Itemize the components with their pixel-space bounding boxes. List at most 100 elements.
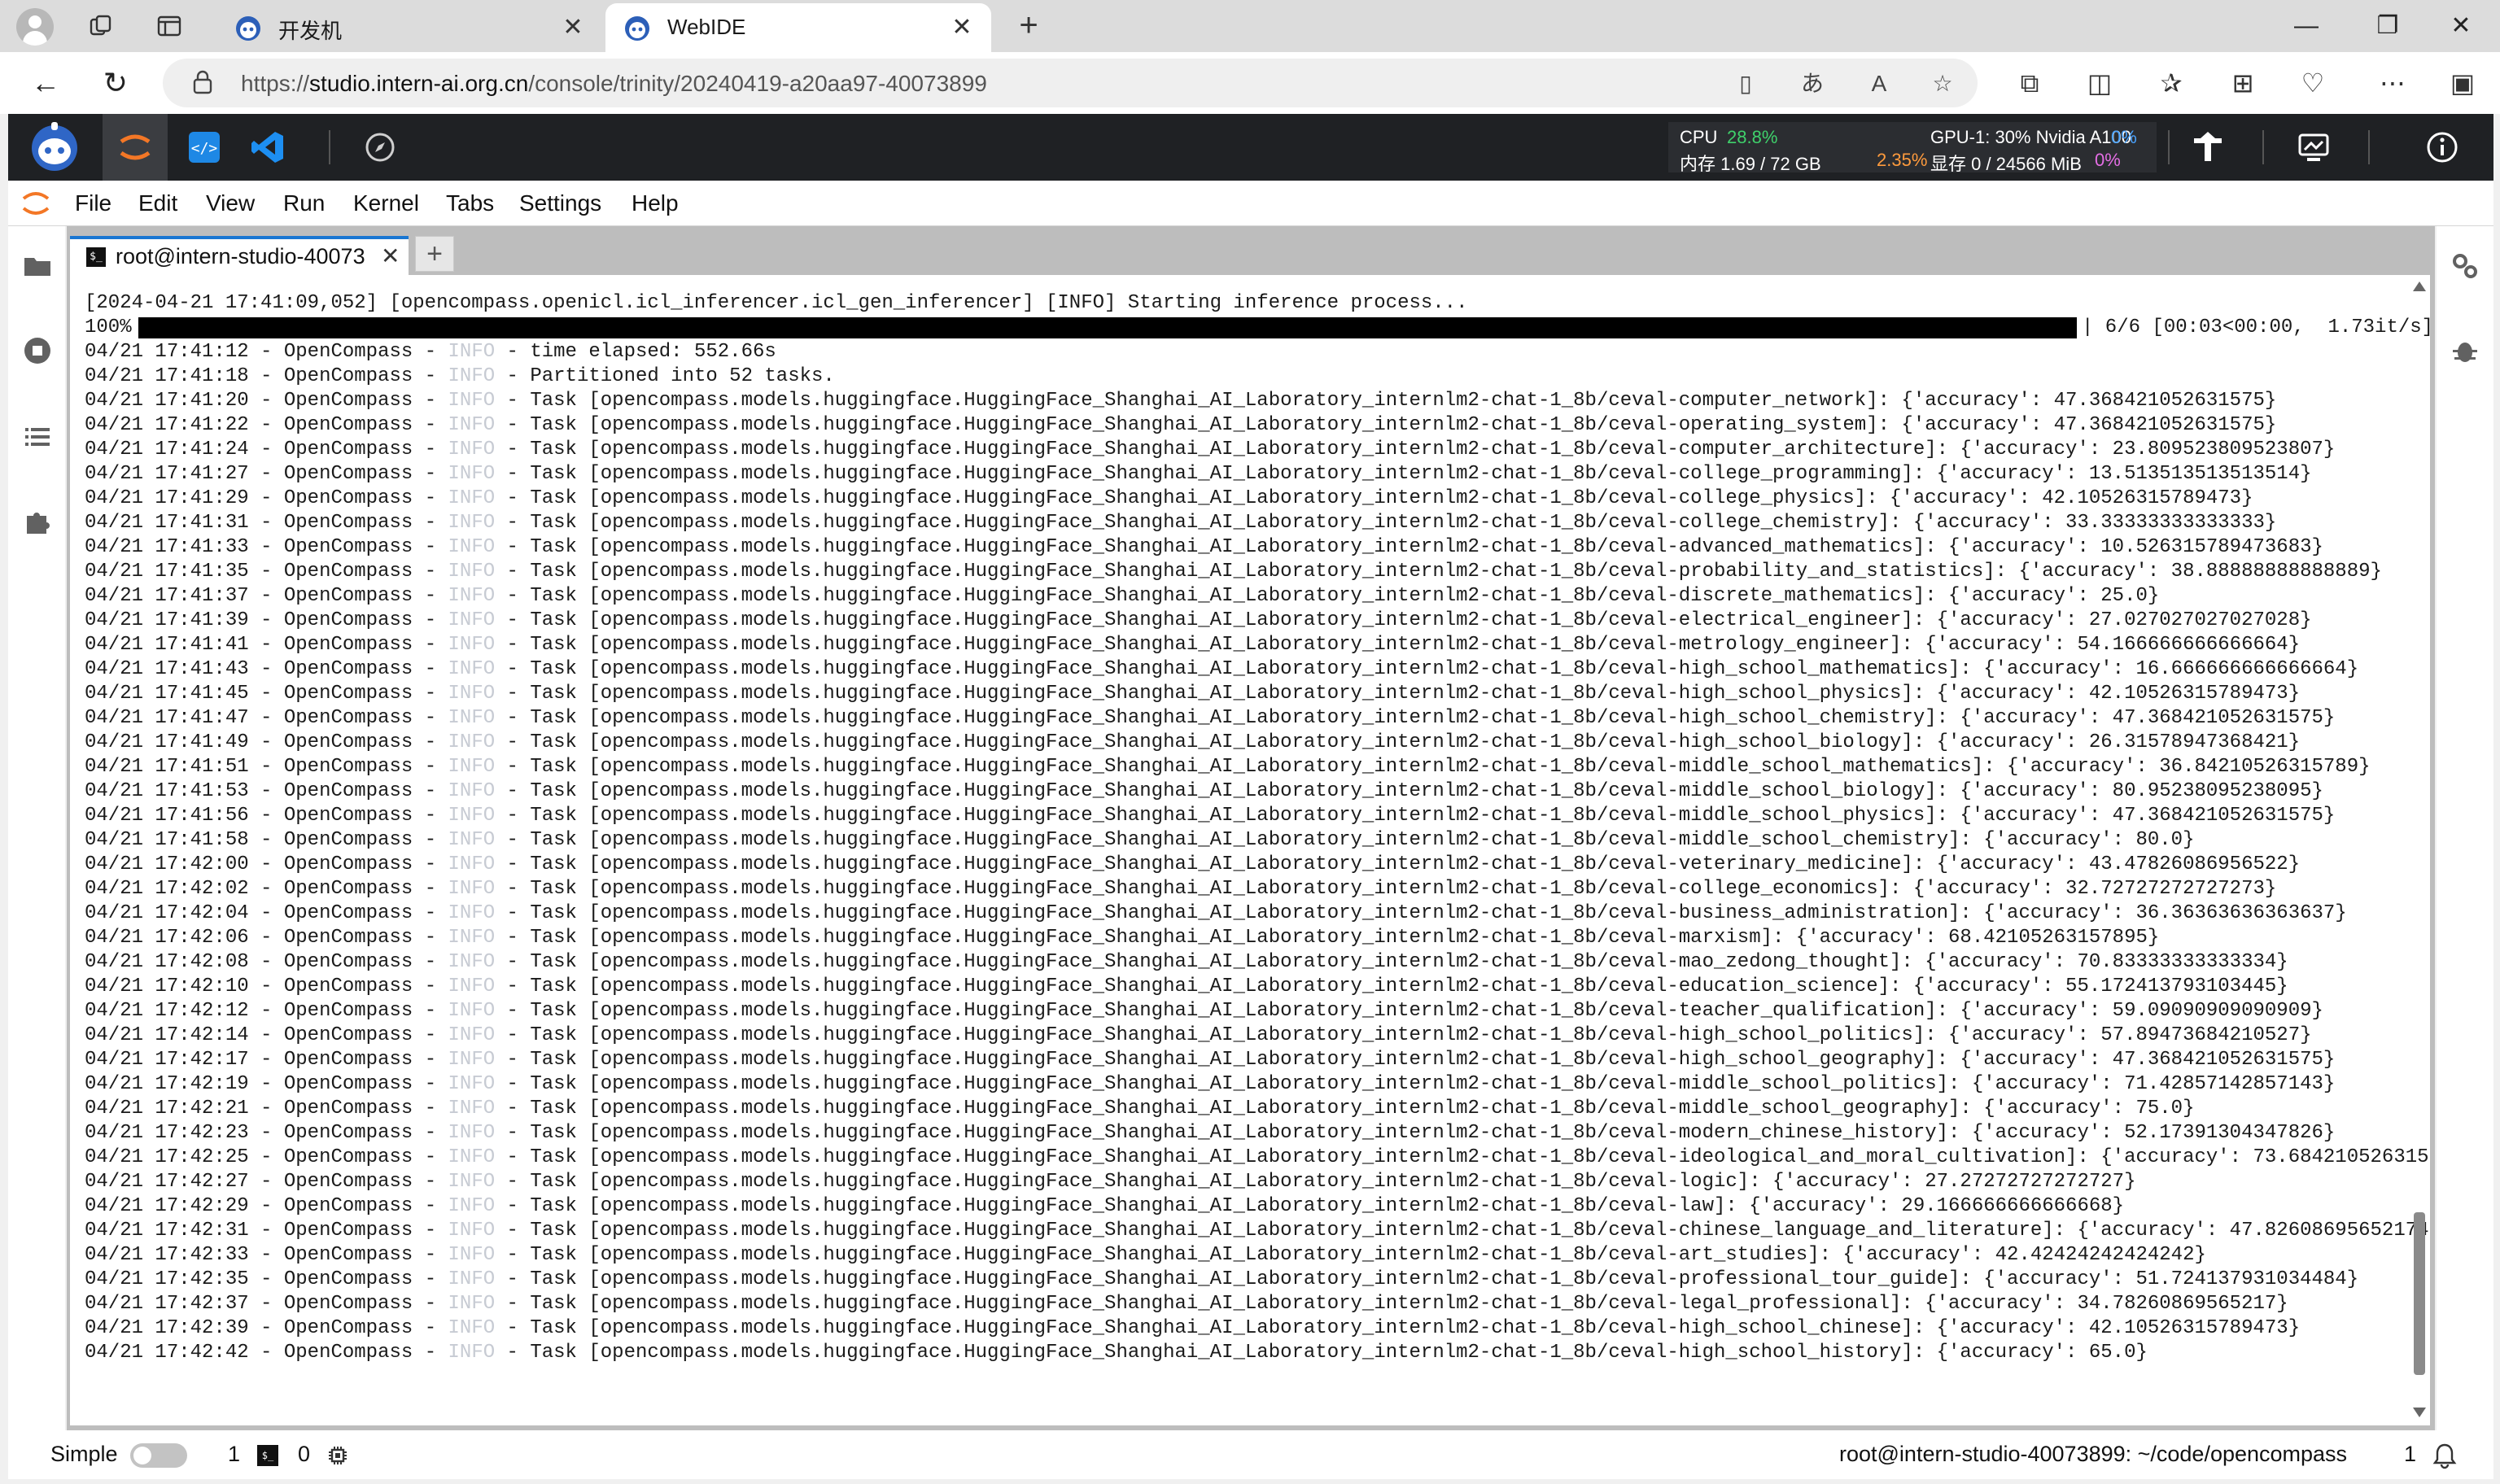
tab-terminal[interactable]: $_ root@intern-studio-40073 ✕: [70, 236, 409, 275]
close-tab-icon[interactable]: ✕: [558, 13, 588, 42]
log-level: INFO: [448, 1317, 496, 1339]
log-timestamp: 04/21 17:42:29: [85, 1195, 249, 1217]
favorites-icon[interactable]: ✰: [2155, 67, 2188, 99]
translate-icon[interactable]: あ: [1799, 70, 1826, 98]
log-level: INFO: [448, 1195, 496, 1217]
lock-icon[interactable]: [192, 70, 213, 94]
vscode-icon[interactable]: [249, 129, 286, 166]
log-level: INFO: [448, 1171, 496, 1193]
folder-icon[interactable]: [22, 251, 53, 282]
url-text[interactable]: https://studio.intern-ai.org.cn/console/…: [241, 71, 987, 97]
profile-avatar-icon[interactable]: [16, 8, 54, 46]
menu-view[interactable]: View: [206, 190, 255, 216]
compass-icon[interactable]: [361, 129, 399, 166]
menu-kernel[interactable]: Kernel: [353, 190, 419, 216]
log-source: OpenCompass: [283, 1146, 413, 1168]
tech-logo-icon[interactable]: [2189, 129, 2227, 166]
more-menu-icon[interactable]: ⋯: [2376, 67, 2409, 99]
log-message: Task [opencompass.models.huggingface.Hug…: [530, 780, 2323, 802]
kernel-chip-icon: [329, 1447, 347, 1464]
log-level: INFO: [448, 1146, 496, 1168]
close-icon[interactable]: ✕: [381, 242, 400, 269]
extensions-icon[interactable]: ⧉: [2013, 67, 2046, 99]
tab-title: 开发机: [278, 19, 343, 43]
log-message: Task [opencompass.models.huggingface.Hug…: [530, 707, 2336, 729]
log-level: INFO: [448, 731, 496, 753]
menu-tabs[interactable]: Tabs: [446, 190, 494, 216]
notification-count[interactable]: 1: [2404, 1442, 2416, 1467]
notification-bell-icon[interactable]: [2432, 1442, 2458, 1469]
log-level: INFO: [448, 341, 496, 363]
reload-icon[interactable]: ↻: [96, 63, 135, 103]
read-aloud-icon[interactable]: A: [1865, 70, 1893, 98]
intern-robot-logo-icon[interactable]: [26, 119, 83, 176]
log-source: OpenCompass: [283, 1317, 413, 1339]
menu-settings[interactable]: Settings: [519, 190, 601, 216]
left-sidebar: [8, 226, 65, 1430]
back-icon[interactable]: ←: [26, 63, 65, 103]
reading-list-icon[interactable]: ▯: [1732, 70, 1759, 98]
address-bar[interactable]: https://studio.intern-ai.org.cn/console/…: [163, 59, 1978, 107]
log-level: INFO: [448, 658, 496, 680]
log-line: 04/21 17:41:56 - OpenCompass - INFO - Ta…: [85, 805, 2336, 827]
log-timestamp: 04/21 17:42:08: [85, 951, 249, 973]
terminal-scrollbar[interactable]: [2410, 278, 2428, 1422]
menu-file[interactable]: File: [75, 190, 111, 216]
log-message: Task [opencompass.models.huggingface.Hug…: [530, 853, 2301, 875]
browser-tab-devmachine[interactable]: 开发机 ✕: [216, 3, 602, 52]
log-timestamp: 04/21 17:41:29: [85, 487, 249, 509]
collections-icon[interactable]: ⊞: [2227, 67, 2259, 99]
split-screen-icon[interactable]: ◫: [2083, 67, 2116, 99]
workspaces-icon[interactable]: [88, 13, 114, 39]
browser-tab-webide[interactable]: WebIDE ✕: [605, 3, 991, 52]
running-sessions-icon[interactable]: [22, 335, 53, 366]
terminal-output[interactable]: [2024-04-21 17:41:09,052] [opencompass.o…: [70, 275, 2430, 1425]
log-level: INFO: [448, 487, 496, 509]
browser-essentials-icon[interactable]: ♡: [2297, 67, 2329, 99]
kernels-count[interactable]: 0: [298, 1442, 310, 1467]
tab-actions-icon[interactable]: [156, 13, 182, 39]
menu-help[interactable]: Help: [632, 190, 679, 216]
log-line: 04/21 17:41:29 - OpenCompass - INFO - Ta…: [85, 487, 2253, 509]
log-timestamp: 04/21 17:42:27: [85, 1171, 249, 1193]
log-line: 04/21 17:41:51 - OpenCompass - INFO - Ta…: [85, 756, 2371, 778]
jupyter-tool-button[interactable]: [103, 114, 168, 181]
new-tab-button[interactable]: +: [1009, 7, 1048, 46]
progress-row: 100% | 6/6 [00:03<00:00, 1.73it/s]: [85, 316, 2430, 340]
info-icon[interactable]: [2424, 129, 2461, 166]
code-editor-icon[interactable]: </>: [186, 129, 223, 166]
simple-mode-toggle[interactable]: [130, 1443, 187, 1468]
tab-title: WebIDE: [667, 15, 746, 39]
log-source: OpenCompass: [283, 878, 413, 900]
menu-run[interactable]: Run: [283, 190, 325, 216]
scroll-down-arrow-icon[interactable]: [2413, 1408, 2426, 1417]
restore-window-icon[interactable]: ❐: [2363, 7, 2412, 46]
log-source: OpenCompass: [283, 634, 413, 656]
menu-edit[interactable]: Edit: [138, 190, 177, 216]
log-source: OpenCompass: [283, 1268, 413, 1290]
scrollbar-thumb[interactable]: [2414, 1212, 2425, 1375]
table-of-contents-icon[interactable]: [22, 421, 53, 452]
log-message: Task [opencompass.models.huggingface.Hug…: [530, 1317, 2301, 1339]
log-timestamp: 04/21 17:42:04: [85, 902, 249, 924]
log-line: 04/21 17:41:41 - OpenCompass - INFO - Ta…: [85, 634, 2301, 656]
minimize-window-icon[interactable]: —: [2282, 7, 2331, 46]
log-level: INFO: [448, 1000, 496, 1022]
log-level: INFO: [448, 1073, 496, 1095]
remote-desktop-icon[interactable]: [2295, 129, 2332, 166]
close-tab-icon[interactable]: ✕: [947, 13, 977, 42]
log-message: Task [opencompass.models.huggingface.Hug…: [530, 927, 2160, 949]
terminals-count[interactable]: 1: [228, 1442, 240, 1467]
log-level: INFO: [448, 1220, 496, 1242]
close-window-icon[interactable]: ✕: [2437, 7, 2485, 46]
log-timestamp: 04/21 17:42:19: [85, 1073, 249, 1095]
log-message: Task [opencompass.models.huggingface.Hug…: [530, 561, 2382, 583]
add-launcher-button[interactable]: +: [415, 236, 454, 272]
favorite-star-icon[interactable]: ☆: [1929, 70, 1956, 98]
extension-manager-icon[interactable]: [22, 506, 53, 537]
property-inspector-icon[interactable]: [2450, 251, 2480, 282]
log-message: Task [opencompass.models.huggingface.Hug…: [530, 805, 2336, 827]
debugger-bug-icon[interactable]: [2450, 335, 2480, 366]
sidebar-toggle-icon[interactable]: ▣: [2446, 67, 2479, 99]
scroll-up-arrow-icon[interactable]: [2413, 282, 2426, 291]
